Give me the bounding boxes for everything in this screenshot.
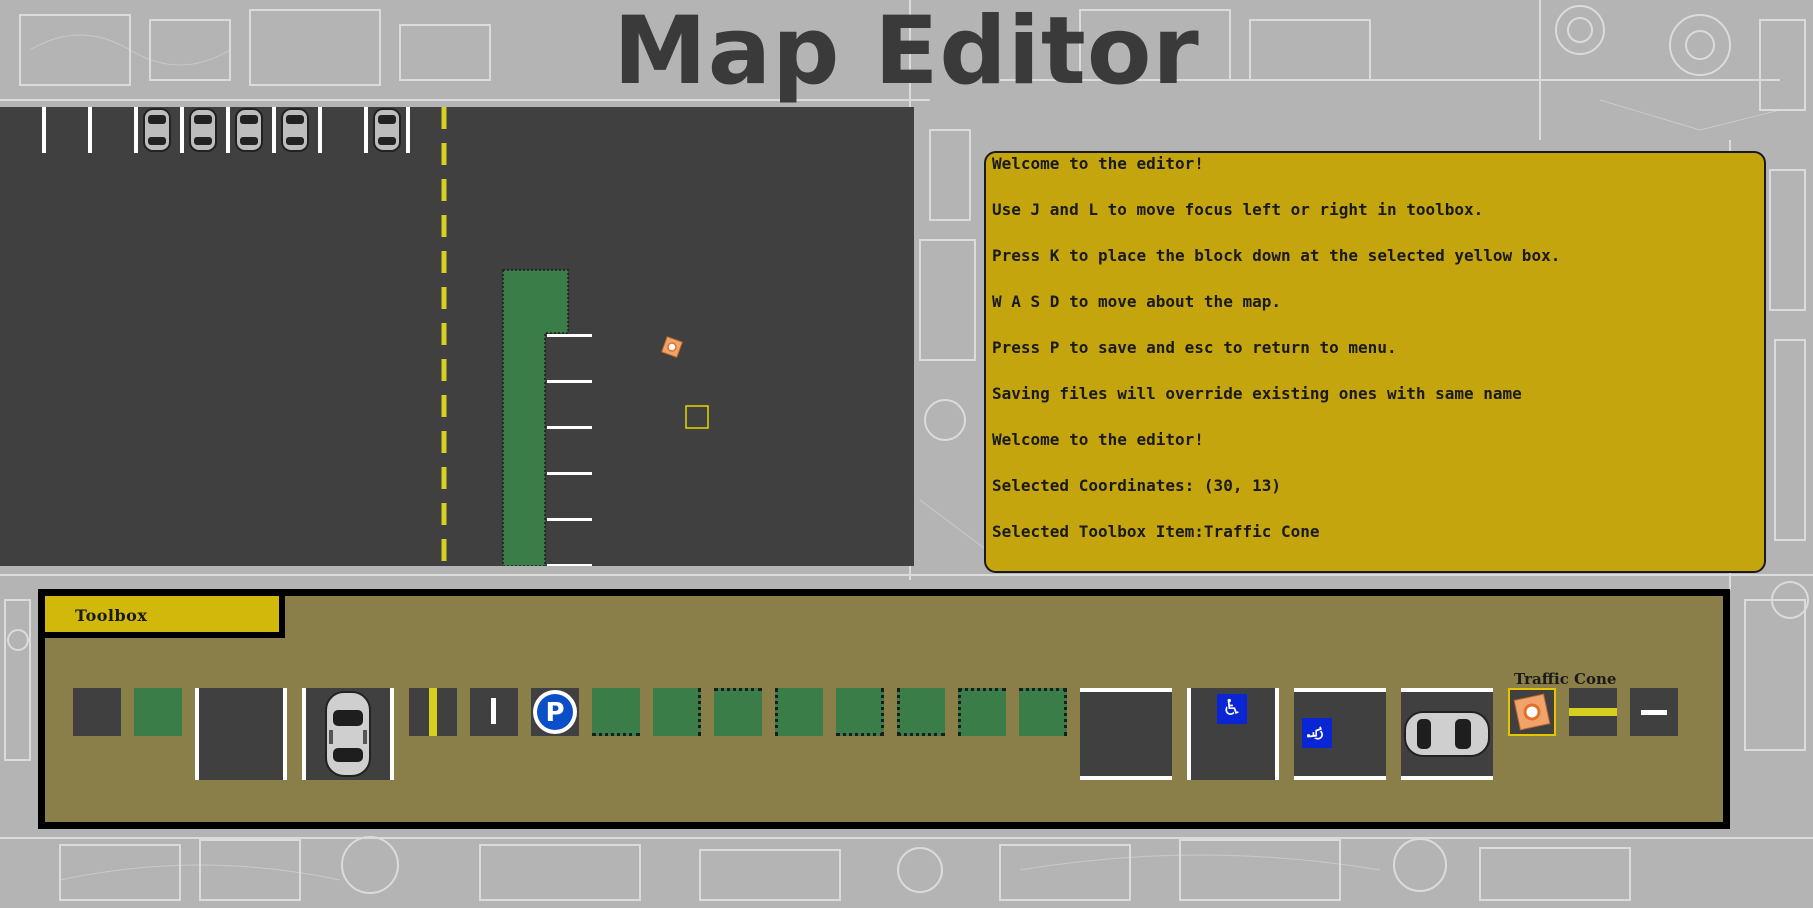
toolbox-tab[interactable]: Toolbox [45, 596, 285, 638]
traffic-cone-icon [1513, 693, 1551, 731]
tool-curb-corner-2[interactable] [897, 688, 945, 736]
tool-curb-corner-4[interactable] [1019, 688, 1067, 736]
info-line-place: Press K to place the block down at the s… [992, 246, 1561, 265]
info-line-welcome-2: Welcome to the editor! [992, 430, 1204, 449]
tool-curb-right[interactable] [653, 688, 701, 736]
parking-sign-icon: P [533, 690, 577, 734]
white-line-icon [1641, 710, 1667, 715]
tool-center-line-vertical[interactable] [409, 688, 457, 736]
tool-curb-top[interactable] [714, 688, 762, 736]
info-line-focus: Use J and L to move focus left or right … [992, 200, 1484, 219]
info-line-coordinates: Selected Coordinates: (30, 13) [992, 476, 1281, 495]
tool-curb-corner-1[interactable] [836, 688, 884, 736]
tool-handicap-space[interactable]: ♿ [1187, 688, 1279, 780]
tool-asphalt[interactable] [73, 688, 121, 736]
top-parking-row [42, 107, 410, 153]
tool-curb-corner-3[interactable] [958, 688, 1006, 736]
yellow-line-icon [429, 688, 437, 736]
tool-curb-left[interactable] [775, 688, 823, 736]
tool-grass[interactable] [134, 688, 182, 736]
handicap-icon: ♿ [1302, 718, 1332, 748]
tool-parking-space-car-rotated[interactable] [1401, 688, 1493, 780]
traffic-cone [661, 336, 683, 358]
info-line-save: Press P to save and esc to return to men… [992, 338, 1397, 357]
map-canvas[interactable] [0, 107, 914, 566]
tool-parking-sign[interactable]: P [531, 688, 579, 736]
tool-traffic-cone[interactable] [1508, 688, 1556, 736]
tool-center-line-horizontal[interactable] [1569, 688, 1617, 736]
grass-island [502, 269, 569, 566]
white-line-icon [491, 698, 496, 724]
toolbox-selected-label: Traffic Cone [1514, 670, 1617, 688]
handicap-icon: ♿ [1217, 694, 1247, 724]
tool-parking-space[interactable] [195, 688, 287, 780]
tool-curb-bottom[interactable] [592, 688, 640, 736]
info-line-move: W A S D to move about the map. [992, 292, 1281, 311]
info-panel: Welcome to the editor! Use J and L to mo… [984, 151, 1766, 573]
info-line-override: Saving files will override existing ones… [992, 384, 1522, 403]
toolbox: Toolbox Traffic Cone P ♿ ♿ [38, 589, 1730, 829]
parking-sign-letter: P [545, 698, 564, 728]
tool-white-line-vertical[interactable] [470, 688, 518, 736]
car-icon [1404, 711, 1490, 757]
page-title: Map Editor [613, 0, 1200, 106]
tool-parking-space-wide[interactable] [1080, 688, 1172, 780]
selection-cursor [685, 405, 709, 429]
yellow-line-icon [1569, 708, 1617, 716]
info-line-selected-item: Selected Toolbox Item:Traffic Cone [992, 522, 1320, 541]
car-icon [325, 691, 371, 777]
side-parking-stripes [547, 334, 592, 566]
info-line-welcome: Welcome to the editor! [992, 154, 1204, 173]
tool-white-line-horizontal[interactable] [1630, 688, 1678, 736]
toolbox-tab-label: Toolbox [75, 606, 148, 625]
tool-parking-space-car[interactable] [302, 688, 394, 780]
tool-handicap-space-rotated[interactable]: ♿ [1294, 688, 1386, 780]
